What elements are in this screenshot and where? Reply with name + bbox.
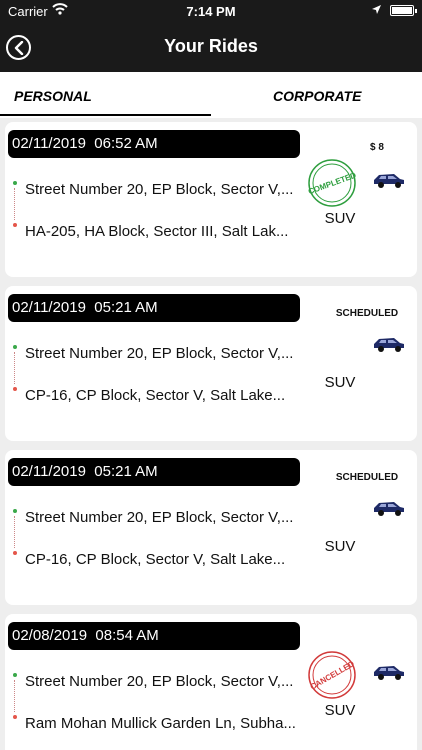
battery-icon (390, 5, 417, 16)
ride-list[interactable]: 02/11/2019 06:52 AM Street Number 20, EP… (0, 118, 422, 750)
pickup-dot-icon (13, 673, 17, 677)
ride-card[interactable]: 02/11/2019 05:21 AM Street Number 20, EP… (5, 286, 417, 441)
cancelled-stamp: CANCELLED (308, 651, 356, 699)
drop-address: CP-16, CP Block, Sector V, Salt Lake... (25, 387, 286, 404)
tab-indicator (0, 114, 211, 116)
car-icon (374, 666, 404, 680)
pickup-dot-icon (13, 509, 17, 513)
drop-dot-icon (13, 715, 17, 719)
drop-dot-icon (13, 387, 17, 391)
route-line (14, 352, 15, 384)
car-icon (374, 502, 404, 516)
ride-status: SCHEDULED (335, 472, 399, 483)
car-icon (374, 174, 404, 188)
ride-card[interactable]: 02/08/2019 08:54 AM Street Number 20, EP… (5, 614, 417, 750)
ride-fare: $ 8 (370, 142, 384, 153)
tab-personal[interactable]: PERSONAL (14, 88, 92, 104)
status-bar: Carrier 7:14 PM (0, 0, 422, 22)
page-title: Your Rides (164, 36, 258, 56)
drop-address: HA-205, HA Block, Sector III, Salt Lak..… (25, 223, 289, 240)
location-arrow-icon (371, 3, 382, 18)
ride-status: SCHEDULED (335, 308, 399, 319)
drop-address: Ram Mohan Mullick Garden Ln, Subha... (25, 715, 296, 732)
drop-dot-icon (13, 551, 17, 555)
vehicle-type: SUV (324, 210, 356, 227)
navigation-bar: Your Rides (0, 22, 422, 72)
pickup-dot-icon (13, 181, 17, 185)
route-line (14, 680, 15, 712)
pickup-address: Street Number 20, EP Block, Sector V,... (25, 181, 294, 198)
pickup-address: Street Number 20, EP Block, Sector V,... (25, 673, 294, 690)
ride-datetime: 02/11/2019 05:21 AM (8, 294, 300, 322)
pickup-dot-icon (13, 345, 17, 349)
vehicle-type: SUV (324, 702, 356, 719)
ride-card[interactable]: 02/11/2019 06:52 AM Street Number 20, EP… (5, 122, 417, 277)
vehicle-type: SUV (324, 374, 356, 391)
status-time: 7:14 PM (186, 4, 236, 19)
pickup-address: Street Number 20, EP Block, Sector V,... (25, 509, 294, 526)
ride-card[interactable]: 02/11/2019 05:21 AM Street Number 20, EP… (5, 450, 417, 605)
vehicle-type: SUV (324, 538, 356, 555)
ride-datetime: 02/11/2019 05:21 AM (8, 458, 300, 486)
drop-address: CP-16, CP Block, Sector V, Salt Lake... (25, 551, 286, 568)
stamp-text: CANCELLED (309, 659, 356, 692)
ride-datetime: 02/11/2019 06:52 AM (8, 130, 300, 158)
ride-datetime: 02/08/2019 08:54 AM (8, 622, 300, 650)
completed-stamp: COMPLETED (307, 159, 357, 207)
route-line (14, 188, 15, 220)
route-line (14, 516, 15, 548)
drop-dot-icon (13, 223, 17, 227)
tab-corporate[interactable]: CORPORATE (273, 88, 361, 104)
car-icon (374, 338, 404, 352)
ride-type-tabs: PERSONAL CORPORATE (0, 72, 422, 118)
pickup-address: Street Number 20, EP Block, Sector V,... (25, 345, 294, 362)
